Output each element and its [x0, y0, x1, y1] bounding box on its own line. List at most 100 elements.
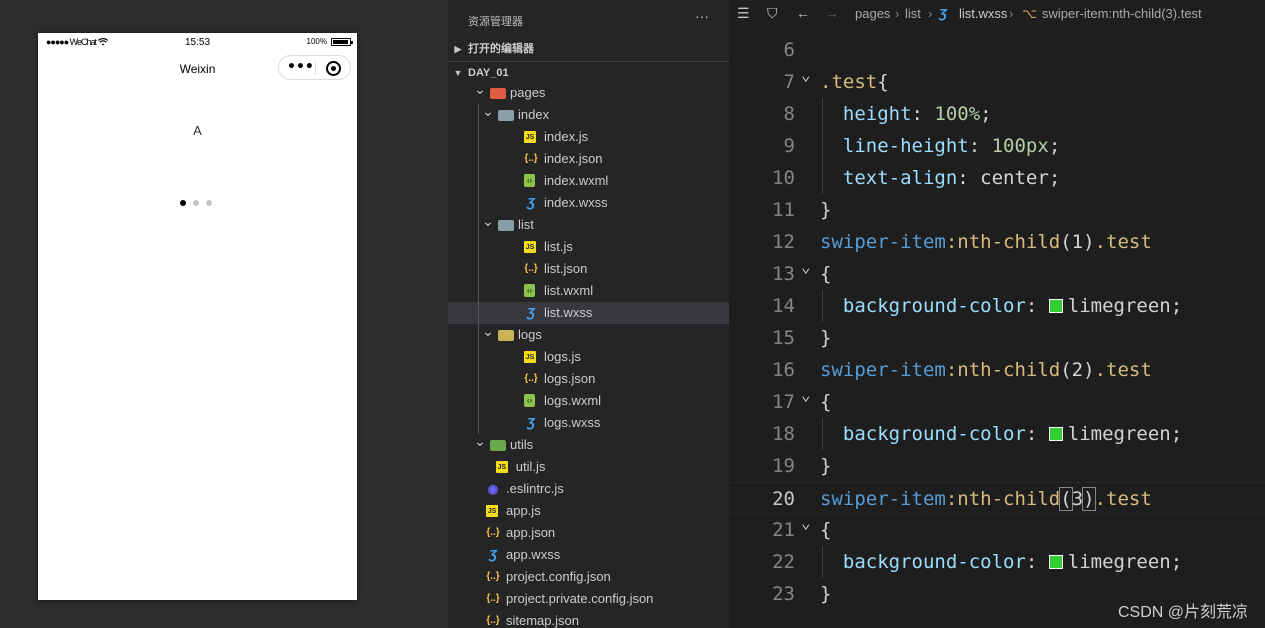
code-text[interactable]: { — [820, 386, 831, 418]
code-text[interactable]: { — [820, 514, 831, 546]
more-actions-icon[interactable]: ··· — [695, 8, 709, 24]
tree-folder-utils[interactable]: ⌄ utils — [448, 433, 729, 456]
code-text[interactable]: swiper-item:nth-child(2).test — [820, 354, 1152, 386]
code-token: } — [820, 327, 832, 349]
code-token: { — [820, 519, 832, 541]
tree-file[interactable]: JS index.js — [448, 126, 729, 148]
tree-file[interactable]: ◉ .eslintrc.js — [448, 478, 729, 500]
code-text[interactable]: } — [820, 322, 831, 354]
tree-file[interactable]: {..} project.config.json — [448, 566, 729, 588]
indent-guide — [478, 236, 479, 324]
tree-file[interactable]: {..} index.json — [448, 148, 729, 170]
fold-chevron-icon[interactable]: ⌄ — [801, 251, 811, 283]
code-text[interactable]: } — [820, 450, 831, 482]
tree-file[interactable]: {..} sitemap.json — [448, 610, 729, 628]
code-text[interactable]: background-color: limegreen; — [820, 546, 1182, 578]
more-icon[interactable]: ••• — [287, 57, 314, 78]
breadcrumb-pages[interactable]: pages — [855, 6, 890, 21]
code-text[interactable]: { — [820, 258, 831, 290]
code-line[interactable]: 17 ⌄{ — [729, 385, 1265, 418]
close-miniprogram-icon[interactable] — [326, 61, 341, 76]
tree-file[interactable]: ‹› logs.wxml — [448, 390, 729, 412]
swiper-indicator-dots — [180, 200, 212, 206]
code-text[interactable]: .test{ — [820, 66, 889, 98]
breadcrumb-file[interactable]: list.wxss — [959, 6, 1007, 21]
code-line[interactable]: 18 background-color: limegreen; — [729, 418, 1265, 450]
symbol-icon: ⌥ — [1022, 6, 1037, 21]
code-token: : — [968, 135, 992, 157]
code-token: background-color — [820, 423, 1026, 445]
tree-file[interactable]: {..} logs.json — [448, 368, 729, 390]
tree-folder-list[interactable]: ⌄ list — [448, 213, 729, 236]
explorer-panel: 资源管理器 ··· ▶ 打开的编辑器 ▼ DAY_01 ⌄ pages ⌄ index JS… — [448, 0, 729, 628]
fold-chevron-icon[interactable]: ⌄ — [801, 507, 811, 539]
line-number: 14 — [772, 295, 795, 317]
code-line[interactable]: 11} — [729, 194, 1265, 226]
back-arrow-icon[interactable]: ← — [796, 5, 810, 21]
tree-item-label: list — [518, 217, 534, 232]
code-text[interactable]: text-align: center; — [820, 162, 1060, 194]
fold-chevron-icon[interactable]: ⌄ — [801, 59, 811, 91]
code-line[interactable]: 19} — [729, 450, 1265, 482]
phone-screen[interactable]: ●●●●● WeChat 15:53 100% Weixin ••• A — [38, 33, 357, 600]
code-text[interactable]: swiper-item:nth-child(3).test — [820, 483, 1152, 515]
code-line[interactable]: 14 background-color: limegreen; — [729, 290, 1265, 322]
code-text[interactable]: height: 100%; — [820, 98, 992, 130]
code-token: : — [1025, 423, 1049, 445]
js-file-icon: JS — [486, 505, 498, 517]
code-line[interactable]: 13 ⌄{ — [729, 257, 1265, 290]
editor-toolbar: ☰ ⛉ ← → pages › list › Ʒ list.wxss › ⌥ s… — [729, 0, 1265, 28]
code-text[interactable]: } — [820, 194, 831, 226]
code-text[interactable]: line-height: 100px; — [820, 130, 1060, 162]
code-line[interactable]: 7 ⌄ .test{ — [729, 65, 1265, 98]
open-editors-section[interactable]: ▶ 打开的编辑器 — [448, 38, 729, 60]
code-text[interactable]: background-color: limegreen; — [820, 290, 1182, 322]
code-line[interactable]: 10 text-align: center; — [729, 162, 1265, 194]
tree-file[interactable]: ‹› list.wxml — [448, 280, 729, 302]
folder-open-icon — [498, 330, 514, 341]
tree-file[interactable]: JS logs.js — [448, 346, 729, 368]
breadcrumb-symbol[interactable]: swiper-item:nth-child(3).test — [1042, 6, 1202, 21]
swiper-dot[interactable] — [193, 200, 199, 206]
code-line[interactable]: 15} — [729, 322, 1265, 354]
bookmark-icon[interactable]: ⛉ — [767, 5, 778, 22]
code-token: limegreen — [1067, 295, 1171, 317]
outline-icon[interactable]: ☰ — [737, 5, 750, 22]
tree-file[interactable]: JS list.js — [448, 236, 729, 258]
color-swatch-icon[interactable] — [1048, 299, 1063, 313]
tree-item-label: index.json — [544, 151, 603, 166]
code-text[interactable]: } — [820, 578, 831, 610]
code-text[interactable]: swiper-item:nth-child(1).test — [820, 226, 1152, 258]
wxml-file-icon: ‹› — [524, 284, 535, 297]
color-swatch-icon[interactable] — [1048, 555, 1063, 569]
code-editor[interactable]: ☰ ⛉ ← → pages › list › Ʒ list.wxss › ⌥ s… — [729, 0, 1265, 628]
tree-file[interactable]: {..} project.private.config.json — [448, 588, 729, 610]
code-line[interactable]: 9 line-height: 100px; — [729, 130, 1265, 162]
tree-file[interactable]: {..} list.json — [448, 258, 729, 280]
code-line[interactable]: 22 background-color: limegreen; — [729, 546, 1265, 578]
swiper-dot[interactable] — [206, 200, 212, 206]
tree-file[interactable]: JS app.js — [448, 500, 729, 522]
tree-file[interactable]: Ʒapp.wxss — [448, 544, 729, 566]
code-text[interactable]: background-color: limegreen; — [820, 418, 1182, 450]
swiper-dot[interactable] — [180, 200, 186, 206]
code-line[interactable]: 8 height: 100%; — [729, 98, 1265, 130]
tree-file[interactable]: {..} app.json — [448, 522, 729, 544]
code-line[interactable]: 21 ⌄{ — [729, 513, 1265, 546]
fold-chevron-icon[interactable]: ⌄ — [801, 379, 811, 411]
color-swatch-icon[interactable] — [1048, 427, 1063, 441]
tree-file[interactable]: JS util.js — [448, 456, 729, 478]
tree-file[interactable]: Ʒlogs.wxss — [448, 412, 729, 434]
project-section[interactable]: ▼ DAY_01 — [448, 61, 729, 83]
tree-folder-logs[interactable]: ⌄ logs — [448, 323, 729, 346]
breadcrumb-list[interactable]: list — [905, 6, 921, 21]
code-token: swiper-item — [820, 359, 946, 381]
open-editors-label: 打开的编辑器 — [468, 43, 534, 55]
swiper-item-text[interactable]: A — [38, 123, 357, 138]
line-number: 20 — [772, 488, 795, 510]
tree-folder-index[interactable]: ⌄ index — [448, 103, 729, 126]
forward-arrow-icon[interactable]: → — [825, 5, 839, 21]
explorer-header: 资源管理器 ··· — [448, 0, 729, 38]
tree-item-label: logs — [518, 327, 542, 342]
tree-file[interactable]: ‹› index.wxml — [448, 170, 729, 192]
